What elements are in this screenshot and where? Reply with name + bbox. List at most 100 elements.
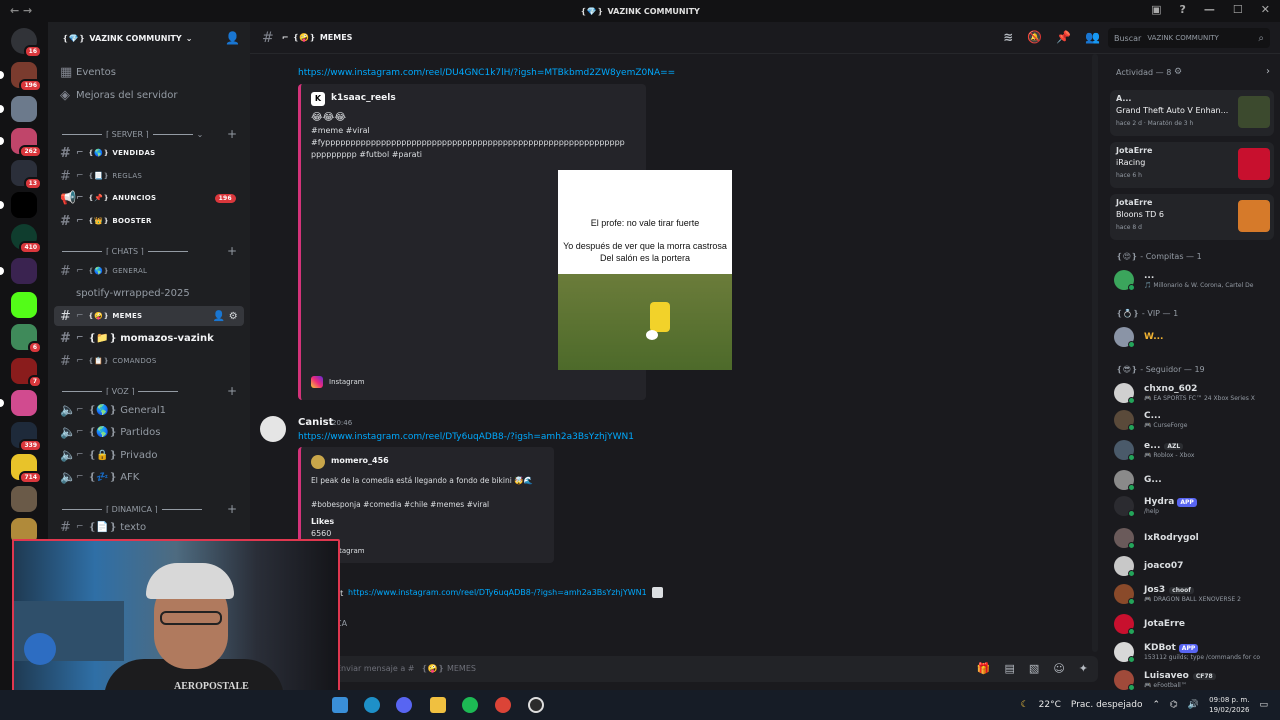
help-icon[interactable]: ? — [1180, 3, 1186, 16]
direct-messages-button[interactable]: 16 — [11, 28, 42, 58]
channel-vendidas[interactable]: # ⌐ ❴🌎❵ VENDIDAS — [54, 143, 244, 163]
edge-icon[interactable] — [364, 697, 380, 713]
category-chats[interactable]: ⌈ CHATS ⌉ + — [58, 244, 243, 258]
maximize-icon[interactable]: ☐ — [1233, 3, 1243, 16]
weather-desc[interactable]: Prac. despejado — [1071, 700, 1143, 710]
emoji-icon[interactable]: ☺ — [1053, 662, 1064, 675]
discord-icon[interactable] — [396, 697, 412, 713]
channel-booster[interactable]: # ⌐ ❴👑❵ BOOSTER — [54, 211, 244, 231]
message-composer[interactable]: Enviar mensaje a # ❴🤪❵ MEMES 🎁 ▤ ▧ ☺ ✦ — [262, 656, 1098, 682]
channel-actions[interactable]: 👤 ⚙ — [213, 311, 239, 322]
member-item[interactable]: C... 🎮 CurseForge — [1114, 410, 1274, 432]
server-icon[interactable]: 410 — [11, 224, 42, 254]
server-icon[interactable]: 6 — [11, 324, 42, 354]
server-icon[interactable] — [0, 96, 37, 122]
close-icon[interactable]: ✕ — [1261, 3, 1270, 16]
clock[interactable]: 09:08 p. m. 19/02/2026 — [1209, 695, 1249, 715]
avatar[interactable] — [260, 416, 286, 442]
server-header[interactable]: ❴💎❵ VAZINK COMMUNITY ⌄ 👤 — [48, 22, 250, 54]
back-forward-icon[interactable]: ← → — [10, 4, 32, 17]
mute-bell-icon[interactable]: 🔕 — [1027, 30, 1042, 44]
members-icon[interactable]: 👥 — [1085, 30, 1100, 44]
spotify-icon[interactable] — [462, 697, 478, 713]
chrome-icon[interactable] — [495, 697, 511, 713]
inbox-icon[interactable]: ▣ — [1151, 3, 1161, 16]
server-icon[interactable]: 7 — [11, 358, 42, 388]
member-item[interactable]: Hydra APP /help — [1114, 496, 1274, 518]
voice-channel-general1[interactable]: 🔈 ⌐ ❴🌎❵ General1 — [54, 400, 244, 420]
message-author[interactable]: Canist — [298, 417, 333, 428]
voice-channel-afk[interactable]: 🔈 ⌐ ❴💤❵ AFK — [54, 467, 244, 487]
server-icon[interactable] — [11, 486, 37, 512]
channel-reglas[interactable]: # ⌐ ❴📃❵ REGLAS — [54, 166, 244, 186]
activity-card[interactable]: JotaErre Bloons TD 6 hace 8 d — [1110, 194, 1274, 240]
message-link[interactable]: https://www.instagram.com/reel/DTy6uqADB… — [298, 432, 634, 442]
voice-channel-partidos[interactable]: 🔈 ⌐ ❴🌎❵ Partidos — [54, 422, 244, 442]
sticker-icon[interactable]: ▧ — [1029, 662, 1039, 675]
member-item[interactable]: Luisaveo CF78 🎮 eFootball™ — [1114, 670, 1274, 690]
message-link[interactable]: https://www.instagram.com/reel/DTy6uqADB… — [348, 588, 647, 597]
channel-memes[interactable]: # ⌐ ❴🤪❵ MEMES 👤 ⚙ — [54, 306, 244, 326]
add-channel-icon[interactable]: + — [227, 244, 237, 258]
gear-icon[interactable]: ⚙ — [1174, 67, 1182, 77]
notifications-icon[interactable]: ▭ — [1259, 700, 1268, 710]
channel-spotify[interactable]: spotify-wrrapped-2025 — [54, 283, 244, 303]
gif-icon[interactable]: ▤ — [1005, 662, 1015, 675]
member-item[interactable]: joaco07 — [1114, 556, 1274, 578]
chevron-right-icon[interactable]: › — [1266, 66, 1270, 77]
member-item[interactable]: Jos3 choof 🎮 DRAGON BALL XENOVERSE 2 — [1114, 584, 1274, 606]
scrollbar[interactable] — [1092, 54, 1098, 652]
activity-card[interactable]: JotaErre iRacing hace 6 h — [1110, 142, 1274, 188]
add-channel-icon[interactable]: + — [227, 384, 237, 398]
sidebar-item-eventos[interactable]: ▦ Eventos — [54, 62, 244, 82]
apps-icon[interactable]: ✦ — [1079, 662, 1088, 675]
minimize-icon[interactable]: — — [1204, 3, 1215, 16]
category-server[interactable]: ⌈ SERVER ⌉ ⌄ + — [58, 127, 243, 141]
server-icon[interactable]: 714 — [11, 454, 42, 484]
windows-start-icon[interactable] — [332, 697, 348, 713]
search-input[interactable]: Buscar VAZINK COMMUNITY ⌕ — [1108, 28, 1270, 48]
channel-general[interactable]: # ⌐ ❴🌎❵ GENERAL — [54, 261, 244, 281]
category-dinamica[interactable]: ⌈ DINAMICA ⌉ + — [58, 502, 243, 516]
pin-icon[interactable]: 📌 — [1056, 30, 1071, 44]
member-item[interactable]: ... 🎵 Millonario & W. Corona, Cartel De — [1114, 270, 1274, 292]
server-icon[interactable]: 13 — [11, 160, 42, 190]
volume-icon[interactable]: 🔊 — [1188, 700, 1199, 710]
server-icon[interactable]: 339 — [11, 422, 42, 452]
channel-anuncios[interactable]: 📢 ⌐ ❴📌❵ ANUNCIOS 196 — [54, 188, 244, 208]
activity-card[interactable]: A... Grand Theft Auto V Enhan... hace 2 … — [1110, 90, 1274, 136]
channel-momazos[interactable]: # ⌐ ❴📁❵ momazos-vazink — [54, 328, 244, 348]
member-item[interactable]: e... AZL 🎮 Roblox - Xbox — [1114, 440, 1274, 462]
server-icon[interactable]: 196 — [0, 62, 42, 92]
voice-channel-privado[interactable]: 🔈 ⌐ ❴🔒❵ Privado — [54, 445, 244, 465]
obs-icon[interactable] — [528, 697, 544, 713]
category-voz[interactable]: ⌈ VOZ ⌉ + — [58, 384, 243, 398]
file-explorer-icon[interactable] — [430, 697, 446, 713]
add-channel-icon[interactable]: + — [227, 502, 237, 516]
add-user-icon[interactable]: 👤 — [225, 31, 240, 45]
add-channel-icon[interactable]: + — [227, 127, 237, 141]
weather-temp[interactable]: 22°C — [1039, 700, 1061, 710]
server-icon[interactable] — [0, 390, 37, 416]
member-item[interactable]: JotaErre — [1114, 614, 1274, 636]
embed-author[interactable]: momero_456 — [331, 456, 389, 465]
network-icon[interactable]: ⌬ — [1170, 700, 1178, 710]
embed-author[interactable]: k1saac_reels — [331, 93, 396, 103]
sidebar-item-mejoras[interactable]: ◈ Mejoras del servidor — [54, 85, 244, 105]
chevron-up-icon[interactable]: ⌃ — [1153, 700, 1161, 710]
server-icon[interactable]: 262 — [0, 128, 42, 158]
message-link[interactable]: https://www.instagram.com/reel/DU4GNC1k7… — [298, 68, 675, 78]
server-icon[interactable] — [0, 258, 37, 284]
threads-icon[interactable]: ≋ — [1003, 30, 1013, 44]
member-item[interactable]: chxno_602 🎮 EA SPORTS FC™ 24 Xbox Series… — [1114, 383, 1274, 405]
gift-icon[interactable]: 🎁 — [977, 662, 991, 675]
member-item[interactable]: IxRodrygol — [1114, 528, 1274, 550]
member-item[interactable]: W... — [1114, 327, 1274, 349]
channel-texto[interactable]: # ⌐ ❴📄❵ texto — [54, 517, 244, 537]
server-icon[interactable] — [11, 292, 37, 318]
embed-image[interactable]: El profe: no vale tirar fuerte Yo despué… — [558, 170, 732, 370]
server-icon[interactable] — [0, 192, 37, 218]
channel-comandos[interactable]: # ⌐ ❴📋❵ COMANDOS — [54, 351, 244, 371]
member-item[interactable]: G... — [1114, 470, 1274, 492]
member-item[interactable]: KDBot APP 153112 guilds; type /commands f… — [1114, 642, 1274, 664]
